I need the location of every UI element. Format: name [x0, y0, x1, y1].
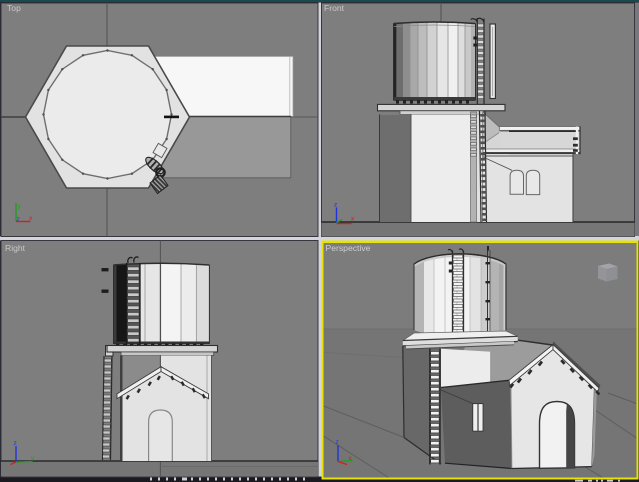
svg-text:z: z: [14, 440, 17, 447]
svg-text:Top: Top: [7, 3, 21, 13]
svg-text:Front: Front: [324, 3, 345, 13]
svg-text:z: z: [17, 216, 20, 223]
svg-text:Perspective: Perspective: [326, 243, 371, 253]
svg-text:z: z: [334, 202, 337, 209]
svg-text:Right: Right: [5, 243, 26, 253]
svg-text:z: z: [336, 439, 339, 446]
